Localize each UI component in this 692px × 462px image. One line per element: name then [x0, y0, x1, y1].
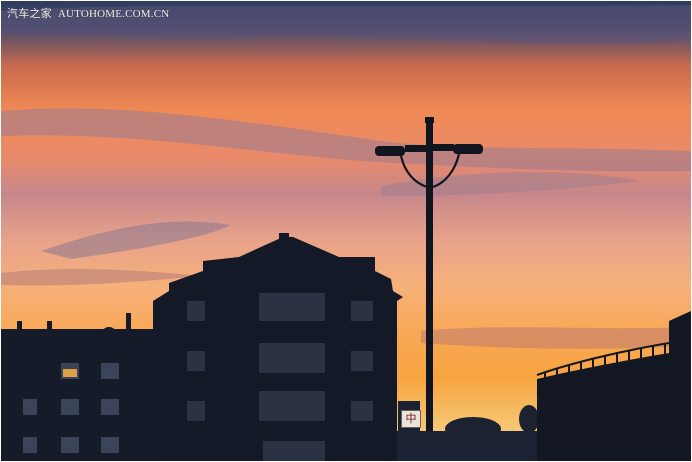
sunset-scene [1, 5, 691, 461]
cloud-band-2 [41, 221, 231, 259]
cloud-band-1 [1, 108, 691, 172]
watermark-site: AUTOHOME.COM.CN [57, 8, 170, 20]
photo-frame: 中 汽车之家 AUTOHOME.COM.CN [1, 1, 691, 461]
lit-window [63, 369, 77, 377]
watermark: 汽车之家 AUTOHOME.COM.CN [7, 5, 169, 21]
watermark-brand: 汽车之家 [7, 8, 52, 20]
shop-sign: 中 [401, 410, 421, 428]
